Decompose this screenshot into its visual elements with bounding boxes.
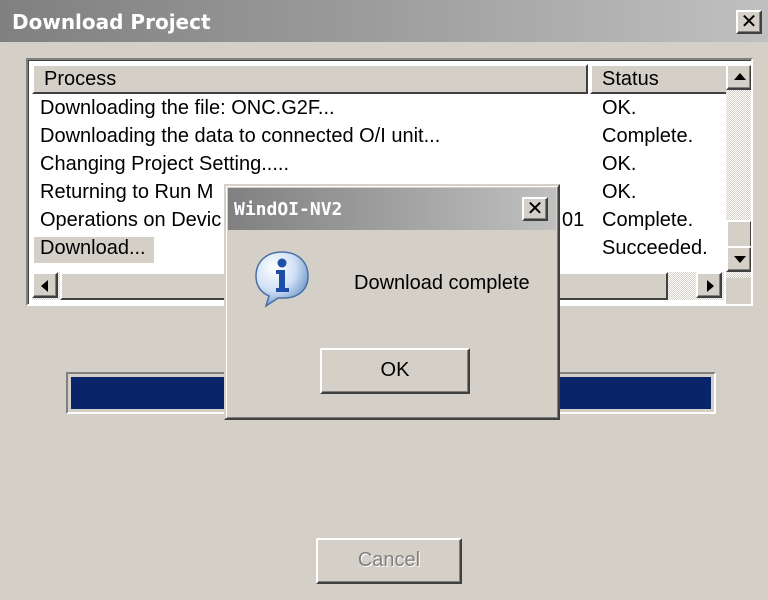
- close-icon[interactable]: ✕: [522, 197, 548, 221]
- scroll-right-button[interactable]: [696, 272, 722, 298]
- column-header-status[interactable]: Status: [590, 64, 730, 94]
- status-cell: OK.: [602, 153, 637, 175]
- list-item[interactable]: Downloading the data to connected O/I un…: [32, 124, 732, 152]
- scrollbar-corner: [726, 278, 751, 304]
- status-cell: Complete.: [602, 209, 694, 231]
- message-box: WindOI-NV2 ✕ Download complete OK: [224, 184, 560, 420]
- process-cell: Download...: [34, 237, 154, 263]
- status-cell: OK.: [602, 97, 637, 119]
- arrow-right-icon: [707, 280, 714, 292]
- download-project-window: Download Project ✕ Process Status Downlo…: [0, 0, 768, 600]
- column-header-process[interactable]: Process: [32, 64, 588, 94]
- cancel-button[interactable]: Cancel: [316, 538, 462, 584]
- process-cell: Downloading the file: ONC.G2F...: [40, 97, 335, 119]
- close-icon[interactable]: ✕: [736, 10, 762, 34]
- process-cell-tail: 01: [562, 209, 585, 231]
- arrow-up-icon: [734, 73, 746, 80]
- title-bar[interactable]: Download Project ✕: [0, 0, 768, 42]
- status-cell: OK.: [602, 181, 637, 203]
- message-box-title: WindOI-NV2: [234, 199, 343, 220]
- info-icon: [255, 251, 309, 308]
- ok-button[interactable]: OK: [320, 348, 470, 394]
- status-cell: Succeeded.: [602, 237, 708, 259]
- window-title: Download Project: [12, 10, 211, 34]
- message-box-title-bar[interactable]: WindOI-NV2 ✕: [228, 188, 556, 230]
- scroll-up-button[interactable]: [726, 64, 751, 90]
- status-cell: Complete.: [602, 125, 694, 147]
- arrow-down-icon: [734, 256, 746, 263]
- scroll-left-button[interactable]: [32, 272, 58, 298]
- message-text: Download complete: [354, 272, 530, 294]
- list-item[interactable]: Downloading the file: ONC.G2F... OK.: [32, 96, 732, 124]
- process-cell: Returning to Run M: [40, 181, 214, 203]
- list-item[interactable]: Changing Project Setting..... OK.: [32, 152, 732, 180]
- scroll-down-button[interactable]: [726, 246, 751, 272]
- process-cell: Changing Project Setting.....: [40, 153, 290, 175]
- process-cell: Downloading the data to connected O/I un…: [40, 125, 441, 147]
- process-cell: Operations on Devic: [40, 209, 222, 231]
- vertical-scrollbar[interactable]: [726, 64, 751, 278]
- arrow-left-icon: [41, 280, 48, 292]
